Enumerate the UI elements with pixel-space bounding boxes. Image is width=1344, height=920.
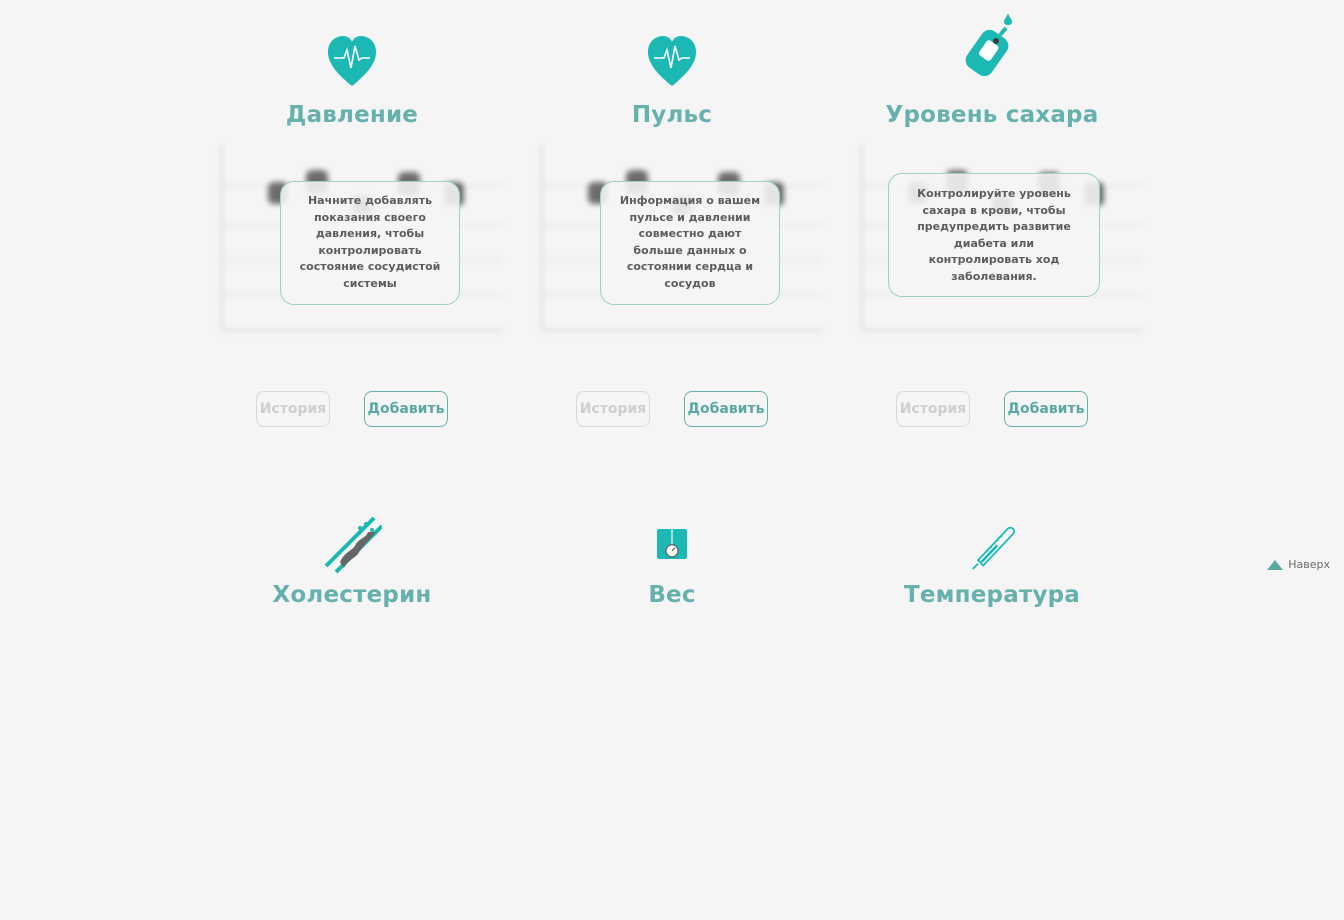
thermometer-icon: [972, 526, 1015, 570]
history-button[interactable]: История: [896, 391, 970, 427]
card-title: Холестерин: [272, 582, 432, 608]
card-weight: Вес: [512, 500, 832, 920]
info-tooltip: Контролируйте уровень сахара в крови, чт…: [888, 173, 1100, 297]
card-temperature: Температура: [832, 500, 1152, 920]
card-sugar: Уровень сахара Контролируйте уровень сах…: [832, 13, 1152, 440]
arrow-up-icon: [1267, 559, 1284, 570]
card-title: Температура: [903, 582, 1081, 608]
card-title: Давление: [285, 102, 419, 128]
add-button[interactable]: Добавить: [364, 391, 448, 427]
history-button[interactable]: История: [256, 391, 330, 427]
card-pulse: Пульс Информация о вашем пульсе и давлен…: [512, 20, 832, 440]
add-button[interactable]: Добавить: [684, 391, 768, 427]
heart-pulse-icon: [648, 36, 696, 86]
card-title: Пульс: [631, 102, 713, 128]
card-title: Вес: [648, 582, 696, 608]
card-cholesterol: Холестерин: [192, 500, 512, 920]
glucometer-icon: [965, 13, 1012, 76]
artery-icon: [324, 516, 382, 574]
history-button[interactable]: История: [576, 391, 650, 427]
back-to-top-label: Наверх: [1288, 558, 1330, 571]
scale-icon: [657, 529, 687, 559]
card-title: Уровень сахара: [885, 102, 1099, 128]
back-to-top-link[interactable]: Наверх: [1267, 558, 1330, 571]
card-pressure: Давление Начните добавлять показания сво…: [192, 20, 512, 440]
heart-pulse-icon: [328, 36, 376, 86]
info-tooltip: Начните добавлять показания своего давле…: [280, 181, 460, 305]
add-button[interactable]: Добавить: [1004, 391, 1088, 427]
info-tooltip: Информация о вашем пульсе и давлении сов…: [600, 181, 780, 305]
